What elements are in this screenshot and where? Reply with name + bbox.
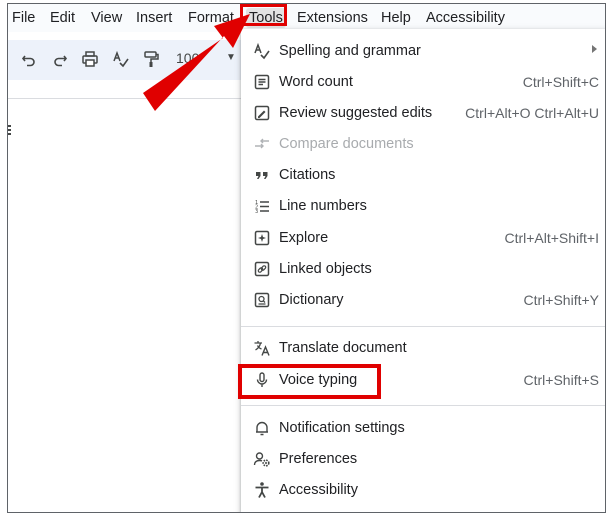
submenu-arrow-icon xyxy=(592,45,597,53)
voice-typing-highlight-box xyxy=(238,364,381,399)
word-count-icon xyxy=(254,74,270,90)
menu-bar: File Edit View Insert Format Tools Exten… xyxy=(8,4,605,32)
redo-icon[interactable] xyxy=(51,50,69,68)
menu-item-accessibility[interactable]: Accessibility xyxy=(241,475,605,505)
menu-item-label: Linked objects xyxy=(279,261,372,277)
spellcheck-icon xyxy=(254,42,270,60)
menu-item-shortcut: Ctrl+Shift+Y xyxy=(523,292,599,308)
menu-item-translate-document[interactable]: Translate document xyxy=(241,333,605,363)
linked-objects-icon xyxy=(254,261,270,277)
menu-item-label: Accessibility xyxy=(279,482,358,498)
menu-help[interactable]: Help xyxy=(381,9,411,27)
menu-item-spelling-and-grammar[interactable]: Spelling and grammar xyxy=(241,36,605,66)
menu-item-label: Preferences xyxy=(279,451,358,467)
menu-item-preferences[interactable]: Preferences xyxy=(241,444,605,474)
menu-item-label: Explore xyxy=(279,230,329,246)
menu-item-compare-documents[interactable]: Compare documents xyxy=(241,129,605,159)
zoom-caret-icon[interactable]: ▼ xyxy=(226,52,236,63)
tools-highlight-box xyxy=(240,4,287,26)
menu-item-notification-settings[interactable]: Notification settings xyxy=(241,413,605,443)
menu-extensions[interactable]: Extensions xyxy=(297,9,368,27)
menu-item-label: Word count xyxy=(279,74,353,90)
bell-icon xyxy=(256,421,268,436)
menu-item-shortcut: Ctrl+Alt+Shift+I xyxy=(504,230,599,246)
paint-format-icon[interactable] xyxy=(142,50,160,68)
quote-icon xyxy=(256,172,268,179)
menu-item-label: Dictionary xyxy=(279,292,344,308)
menu-item-label: Notification settings xyxy=(279,420,405,436)
review-edits-icon xyxy=(254,105,270,121)
menu-edit[interactable]: Edit xyxy=(50,9,75,27)
menu-item-linked-objects[interactable]: Linked objects xyxy=(241,254,605,284)
menu-item-explore[interactable]: Explore Ctrl+Alt+Shift+I xyxy=(241,223,605,253)
svg-text:3: 3 xyxy=(255,209,258,215)
translate-icon xyxy=(254,341,270,356)
menu-item-label: Translate document xyxy=(279,340,407,356)
menu-item-shortcut: Ctrl+Alt+O Ctrl+Alt+U xyxy=(465,105,599,121)
menu-item-label: Review suggested edits xyxy=(279,105,433,121)
menu-item-review-suggested-edits[interactable]: Review suggested edits Ctrl+Alt+O Ctrl+A… xyxy=(241,98,605,128)
menu-item-label: Spelling and grammar xyxy=(279,43,421,59)
menu-item-shortcut: Ctrl+Shift+C xyxy=(522,74,599,90)
menu-file[interactable]: File xyxy=(12,9,35,27)
menu-item-label: Line numbers xyxy=(279,198,367,214)
line-numbers-icon: 1 2 3 xyxy=(255,200,269,215)
menu-item-citations[interactable]: Citations xyxy=(241,160,605,190)
explore-icon xyxy=(254,230,270,246)
dictionary-icon xyxy=(254,292,270,308)
menu-insert[interactable]: Insert xyxy=(136,9,172,27)
menu-item-label: Citations xyxy=(279,167,336,183)
menu-item-label: Compare documents xyxy=(279,136,414,152)
menu-format[interactable]: Format xyxy=(188,9,234,27)
toolbar-divider xyxy=(8,98,248,99)
menu-item-dictionary[interactable]: Dictionary Ctrl+Shift+Y xyxy=(241,285,605,315)
outline-toggle-icon[interactable] xyxy=(8,125,12,139)
menu-divider xyxy=(241,326,605,327)
zoom-value[interactable]: 100 xyxy=(176,50,199,66)
menu-item-line-numbers[interactable]: 1 2 3 Line numbers xyxy=(241,191,605,221)
undo-icon[interactable] xyxy=(20,50,38,68)
compare-icon xyxy=(255,138,269,149)
spellcheck-icon[interactable] xyxy=(112,50,130,68)
menu-item-word-count[interactable]: Word count Ctrl+Shift+C xyxy=(241,67,605,97)
menu-divider xyxy=(241,405,605,406)
print-icon[interactable] xyxy=(81,50,99,68)
menu-accessibility[interactable]: Accessibility xyxy=(426,9,505,27)
menu-view[interactable]: View xyxy=(91,9,122,27)
accessibility-icon xyxy=(255,482,269,498)
preferences-icon xyxy=(253,452,270,467)
tools-menu: Spelling and grammar Word count Ctrl+Shi… xyxy=(241,29,605,512)
menu-item-shortcut: Ctrl+Shift+S xyxy=(523,372,599,388)
app-window: File Edit View Insert Format Tools Exten… xyxy=(7,3,606,513)
